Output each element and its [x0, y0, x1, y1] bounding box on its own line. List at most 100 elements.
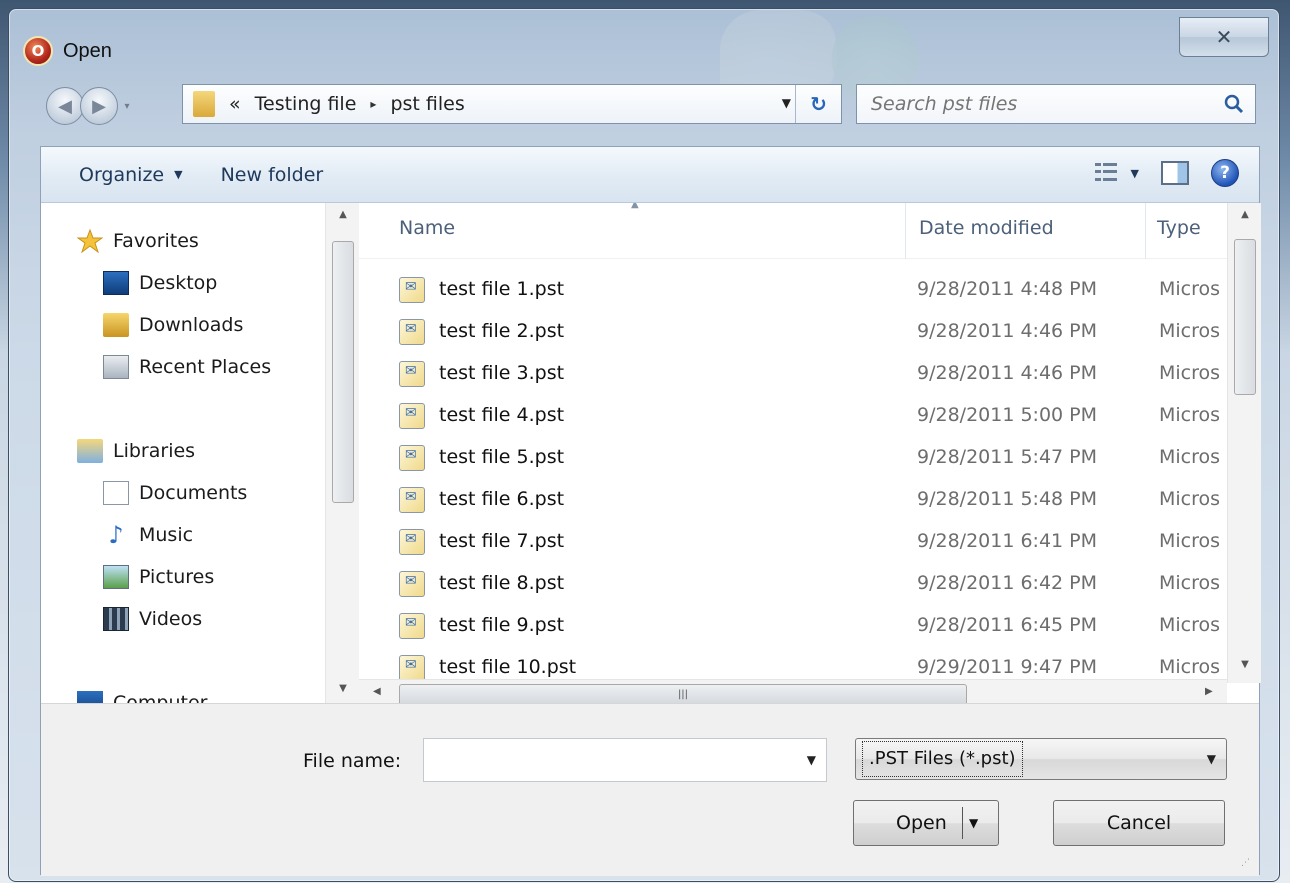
- refresh-button[interactable]: ↻: [795, 85, 841, 123]
- downloads-icon: [103, 313, 129, 337]
- file-type-select[interactable]: .PST Files (*.pst) ▼: [855, 738, 1227, 780]
- forward-button[interactable]: ▶: [80, 87, 118, 125]
- sort-ascending-icon: ▲: [631, 203, 639, 210]
- breadcrumb-testing-file[interactable]: Testing file: [255, 93, 357, 115]
- open-options-dropdown-icon[interactable]: ▼: [962, 807, 978, 839]
- column-header-type[interactable]: Type: [1157, 217, 1201, 239]
- column-header-name[interactable]: Name: [399, 217, 455, 239]
- chevron-down-icon[interactable]: ▼: [1207, 752, 1216, 766]
- new-folder-button[interactable]: New folder: [221, 164, 324, 186]
- file-name: test file 2.pst: [439, 320, 565, 342]
- pst-file-icon: [399, 319, 425, 345]
- file-row[interactable]: test file 4.pst 9/28/2011 5:00 PM Micros: [359, 395, 1227, 437]
- column-header-date-modified[interactable]: Date modified: [919, 217, 1054, 239]
- recent-locations-dropdown[interactable]: ▾: [118, 101, 136, 112]
- column-divider[interactable]: [1145, 203, 1146, 259]
- preview-pane-icon[interactable]: [1161, 161, 1189, 185]
- scrollbar-thumb[interactable]: |||: [399, 684, 967, 703]
- folder-icon: [193, 91, 215, 117]
- breadcrumb-separator-icon[interactable]: ▸: [370, 97, 376, 111]
- scroll-right-icon[interactable]: ▶: [1205, 686, 1213, 697]
- search-icon[interactable]: [1223, 93, 1245, 115]
- sidebar-item-label: Documents: [139, 482, 248, 504]
- file-type: Micros: [1159, 572, 1221, 594]
- back-button[interactable]: ◀: [46, 87, 84, 125]
- sidebar-item-videos[interactable]: Videos: [103, 607, 202, 631]
- file-list: ▲ Name Date modified Type test file 1.ps…: [359, 203, 1261, 703]
- file-name: test file 10.pst: [439, 656, 577, 678]
- file-row[interactable]: test file 9.pst 9/28/2011 6:45 PM Micros: [359, 605, 1227, 647]
- sidebar-item-downloads[interactable]: Downloads: [103, 313, 243, 337]
- sidebar-item-label: Desktop: [139, 272, 218, 294]
- scrollbar-thumb[interactable]: [1234, 239, 1256, 395]
- sidebar-item-label: Computer: [113, 692, 208, 703]
- sidebar-item-label: Videos: [139, 608, 203, 630]
- column-headers: ▲ Name Date modified Type: [359, 203, 1227, 259]
- pst-file-icon: [399, 571, 425, 597]
- scroll-up-icon[interactable]: ▲: [326, 209, 359, 220]
- scroll-up-icon[interactable]: ▲: [1228, 209, 1261, 220]
- address-bar[interactable]: « Testing file ▸ pst files ▼ ↻: [182, 84, 842, 124]
- file-row[interactable]: test file 1.pst 9/28/2011 4:48 PM Micros: [359, 269, 1227, 311]
- search-input[interactable]: [871, 93, 1201, 115]
- close-button[interactable]: ✕: [1179, 17, 1269, 57]
- file-name-combobox[interactable]: ▼: [423, 738, 827, 782]
- sidebar-item-music[interactable]: ♪ Music: [103, 523, 193, 547]
- file-row[interactable]: test file 2.pst 9/28/2011 4:46 PM Micros: [359, 311, 1227, 353]
- organize-label: Organize: [79, 163, 165, 186]
- file-row[interactable]: test file 6.pst 9/28/2011 5:48 PM Micros: [359, 479, 1227, 521]
- file-type: Micros: [1159, 614, 1221, 636]
- content-panel: Organize ▼ New folder ▼ ? Favorites Desk…: [40, 146, 1261, 876]
- navigation-pane-scrollbar[interactable]: ▲ ▼: [325, 203, 359, 703]
- scroll-down-icon[interactable]: ▼: [326, 683, 359, 694]
- file-list-horizontal-scrollbar[interactable]: ◀ ||| ▶: [359, 679, 1227, 703]
- resize-grip-icon[interactable]: ⋰: [1241, 858, 1251, 868]
- file-date: 9/28/2011 6:45 PM: [917, 614, 1098, 636]
- scrollbar-thumb[interactable]: [332, 241, 354, 503]
- pst-file-icon: [399, 487, 425, 513]
- column-divider[interactable]: [905, 203, 906, 259]
- change-view-button[interactable]: ▼: [1094, 163, 1139, 183]
- pst-file-icon: [399, 613, 425, 639]
- file-name: test file 1.pst: [439, 278, 565, 300]
- file-name: test file 4.pst: [439, 404, 565, 426]
- file-row[interactable]: test file 5.pst 9/28/2011 5:47 PM Micros: [359, 437, 1227, 479]
- sidebar-item-documents[interactable]: Documents: [103, 481, 247, 505]
- title-bar: O Open: [23, 31, 112, 71]
- file-date: 9/28/2011 4:46 PM: [917, 320, 1098, 342]
- sidebar-item-favorites[interactable]: Favorites: [77, 229, 199, 253]
- file-type: Micros: [1159, 530, 1221, 552]
- sidebar-item-computer[interactable]: Computer: [77, 691, 207, 703]
- organize-menu[interactable]: Organize ▼: [79, 164, 183, 186]
- open-button[interactable]: Open ▼: [853, 800, 999, 846]
- chevron-down-icon: ▼: [174, 168, 183, 181]
- pst-file-icon: [399, 361, 425, 387]
- help-icon[interactable]: ?: [1211, 159, 1239, 187]
- recent-places-icon: [103, 355, 129, 379]
- file-row[interactable]: test file 7.pst 9/28/2011 6:41 PM Micros: [359, 521, 1227, 563]
- file-name: test file 6.pst: [439, 488, 565, 510]
- scroll-down-icon[interactable]: ▼: [1228, 659, 1261, 670]
- file-date: 9/28/2011 4:46 PM: [917, 362, 1098, 384]
- scroll-left-icon[interactable]: ◀: [373, 686, 381, 697]
- sidebar-item-libraries[interactable]: Libraries: [77, 439, 195, 463]
- file-date: 9/28/2011 4:48 PM: [917, 278, 1098, 300]
- file-list-vertical-scrollbar[interactable]: ▲ ▼: [1227, 203, 1261, 683]
- file-name-input[interactable]: [430, 739, 770, 779]
- cancel-button[interactable]: Cancel: [1053, 800, 1225, 846]
- file-type: Micros: [1159, 404, 1221, 426]
- file-row[interactable]: test file 8.pst 9/28/2011 6:42 PM Micros: [359, 563, 1227, 605]
- pst-file-icon: [399, 445, 425, 471]
- breadcrumb-pst-files[interactable]: pst files: [390, 93, 464, 115]
- file-name: test file 3.pst: [439, 362, 565, 384]
- search-box[interactable]: [856, 84, 1256, 124]
- file-date: 9/28/2011 5:00 PM: [917, 404, 1098, 426]
- chevron-down-icon[interactable]: ▼: [807, 753, 816, 767]
- file-row[interactable]: test file 3.pst 9/28/2011 4:46 PM Micros: [359, 353, 1227, 395]
- breadcrumb-overflow[interactable]: «: [229, 93, 241, 115]
- sidebar-item-recent-places[interactable]: Recent Places: [103, 355, 271, 379]
- sidebar-item-pictures[interactable]: Pictures: [103, 565, 214, 589]
- address-dropdown-icon[interactable]: ▼: [782, 96, 791, 110]
- sidebar-item-label: Recent Places: [139, 356, 272, 378]
- sidebar-item-desktop[interactable]: Desktop: [103, 271, 217, 295]
